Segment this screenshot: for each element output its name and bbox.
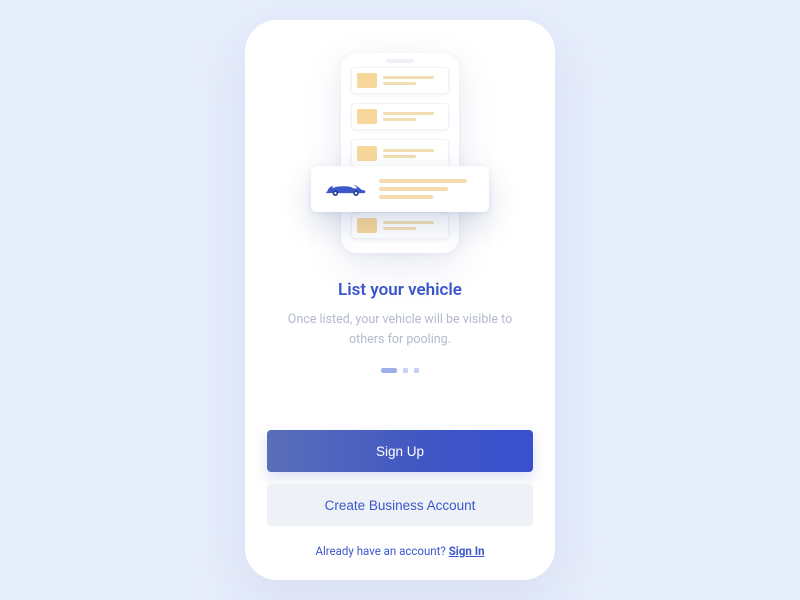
- page-dot: [414, 368, 419, 373]
- vehicle-card-lines: [379, 179, 477, 199]
- page-indicator: [381, 368, 419, 373]
- onboarding-title: List your vehicle: [338, 280, 462, 300]
- onboarding-subtitle: Once listed, your vehicle will be visibl…: [285, 310, 515, 350]
- page-dot-active: [381, 368, 397, 373]
- page-dot: [403, 368, 408, 373]
- sign-in-prompt: Already have an account?: [315, 544, 448, 558]
- onboarding-illustration: [290, 48, 510, 258]
- onboarding-card: List your vehicle Once listed, your vehi…: [245, 20, 555, 580]
- list-item: [351, 103, 449, 130]
- sign-in-row: Already have an account? Sign In: [315, 544, 484, 558]
- list-item: [351, 212, 449, 239]
- list-item: [351, 67, 449, 94]
- highlighted-vehicle-card: [311, 166, 489, 212]
- list-item: [351, 139, 449, 166]
- sign-up-label: Sign Up: [376, 444, 424, 459]
- sign-up-button[interactable]: Sign Up: [267, 430, 533, 472]
- create-business-account-button[interactable]: Create Business Account: [267, 484, 533, 526]
- mini-phone-graphic: [341, 53, 459, 253]
- business-account-label: Create Business Account: [325, 498, 476, 513]
- sign-in-link[interactable]: Sign In: [449, 544, 485, 558]
- car-icon: [323, 179, 367, 199]
